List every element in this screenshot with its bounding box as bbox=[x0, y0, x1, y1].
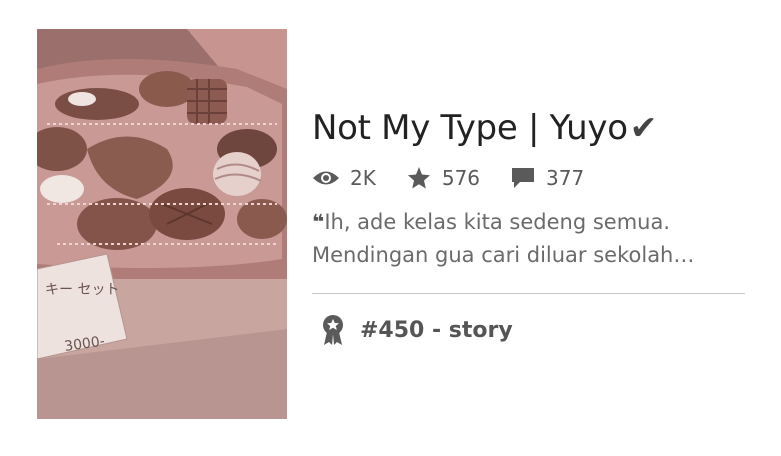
story-description: ❝Ih, ade kelas kita sedeng semua. Mendin… bbox=[312, 206, 742, 272]
comment-icon bbox=[512, 168, 535, 188]
divider bbox=[312, 293, 745, 294]
reads-stat: 2K bbox=[312, 166, 376, 190]
story-title[interactable]: Not My Type | Yuyo✔ bbox=[312, 108, 657, 148]
story-rank[interactable]: #450 - story bbox=[320, 314, 513, 346]
story-cover-image[interactable]: キー セット 3000- bbox=[37, 29, 287, 419]
cover-label-text: キー セット bbox=[45, 282, 119, 298]
story-title-text[interactable]: Not My Type | Yuyo bbox=[312, 108, 628, 148]
story-stats: 2K 576 377 bbox=[312, 166, 614, 190]
comments-count: 377 bbox=[546, 166, 585, 190]
reads-count: 2K bbox=[350, 166, 376, 190]
ribbon-badge-icon bbox=[323, 315, 343, 345]
story-rank-text[interactable]: #450 - story bbox=[360, 318, 513, 343]
quote-mark-icon: ❝ bbox=[312, 210, 325, 234]
comments-stat: 377 bbox=[510, 166, 584, 190]
votes-count: 576 bbox=[441, 166, 481, 190]
votes-stat: 576 bbox=[406, 166, 480, 190]
star-icon bbox=[407, 167, 430, 189]
story-description-text: Ih, ade kelas kita sedeng semua. Mending… bbox=[312, 210, 695, 267]
checkmark-icon: ✔ bbox=[629, 108, 658, 147]
eye-icon bbox=[313, 171, 339, 185]
